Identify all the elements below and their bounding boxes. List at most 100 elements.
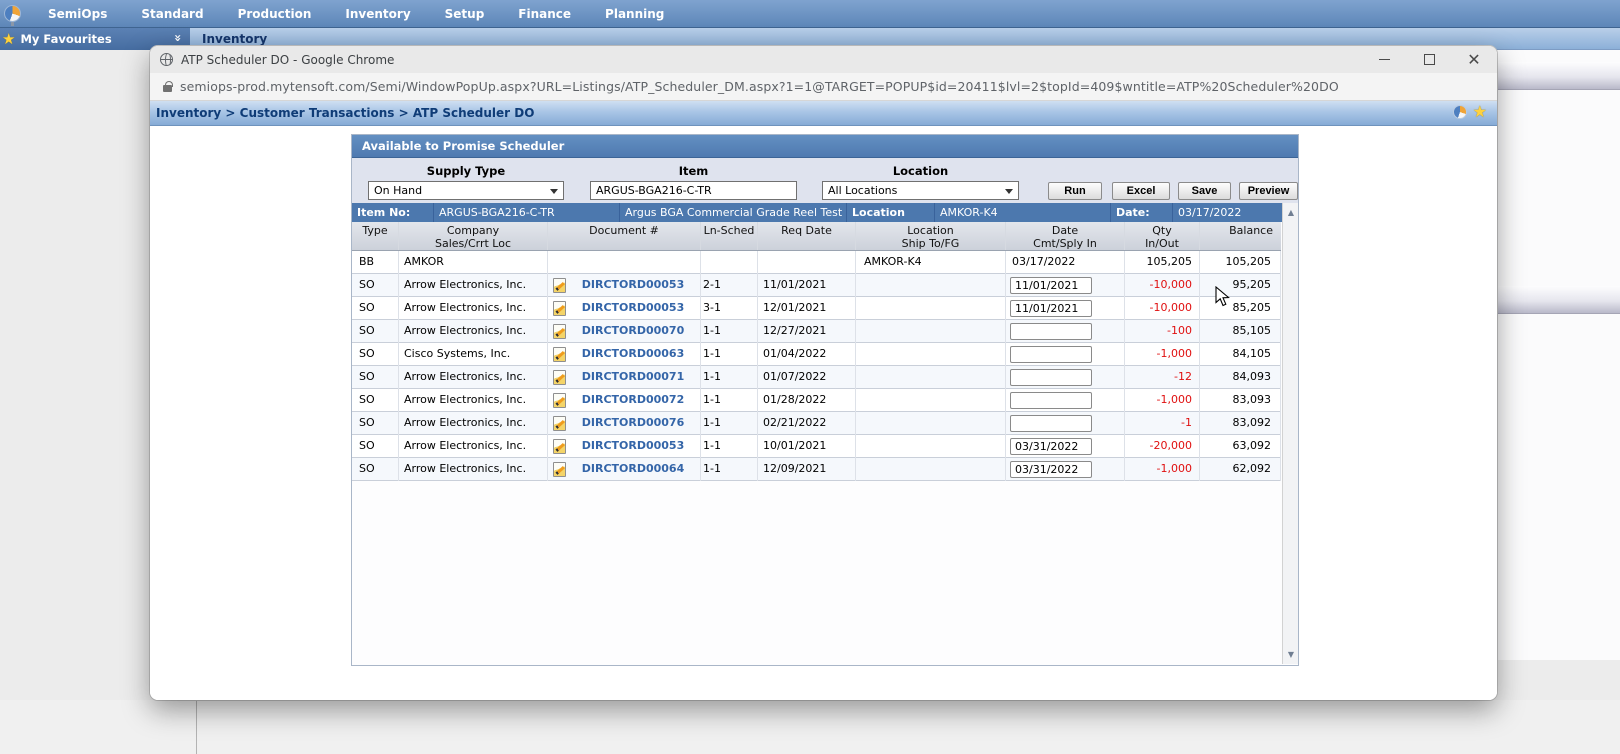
- document-link[interactable]: DIRCTORD00076: [566, 412, 700, 434]
- document-link[interactable]: DIRCTORD00063: [566, 343, 700, 365]
- breadcrumb-globe-icon[interactable]: [1452, 105, 1467, 119]
- col-header-location: Location Ship To/FG: [856, 222, 1006, 250]
- address-bar[interactable]: semiops-prod.mytensoft.com/Semi/WindowPo…: [150, 73, 1497, 101]
- vertical-scrollbar[interactable]: ▲ ▼: [1282, 203, 1298, 664]
- menu-setup[interactable]: Setup: [428, 7, 502, 21]
- location-label: Location: [892, 164, 949, 178]
- commit-date-input[interactable]: [1010, 414, 1092, 432]
- cell-qty: 105,205: [1125, 250, 1200, 274]
- cell-ln-sched: 3-1: [701, 296, 758, 320]
- table-row: BB AMKOR AMKOR-K4 03/17/2022 105,205 105…: [352, 250, 1281, 274]
- edit-document-icon[interactable]: [553, 369, 566, 385]
- edit-document-icon[interactable]: [553, 346, 566, 362]
- edit-document-icon[interactable]: [553, 461, 566, 477]
- cell-balance: 105,205: [1200, 250, 1281, 274]
- add-favourite-star-icon[interactable]: ★: [1473, 104, 1487, 120]
- window-title: ATP Scheduler DO - Google Chrome: [181, 52, 395, 67]
- cell-ln-sched: 1-1: [701, 365, 758, 389]
- table-row: SO Arrow Electronics, Inc. DIRCTORD00070…: [352, 319, 1281, 343]
- edit-document-icon[interactable]: [553, 300, 566, 316]
- commit-date-input[interactable]: [1010, 368, 1092, 386]
- cell-company: Arrow Electronics, Inc.: [399, 319, 548, 343]
- commit-date-input[interactable]: [1010, 437, 1092, 455]
- menu-semiops[interactable]: SemiOps: [31, 7, 124, 21]
- cell-req-date: [758, 250, 856, 274]
- cell-company: AMKOR: [399, 250, 548, 274]
- edit-document-icon[interactable]: [553, 438, 566, 454]
- app-logo-globe-icon: [4, 5, 21, 26]
- close-button[interactable]: ✕: [1465, 51, 1483, 69]
- commit-date-input[interactable]: [1010, 460, 1092, 478]
- item-input[interactable]: [590, 181, 797, 200]
- scroll-up-arrow-icon[interactable]: ▲: [1283, 205, 1299, 220]
- menu-finance[interactable]: Finance: [501, 7, 588, 21]
- cell-qty: -10,000: [1125, 296, 1200, 320]
- atp-grid: Type Company Sales/Crrt Loc Document # Ln…: [352, 222, 1281, 651]
- document-link[interactable]: DIRCTORD00053: [566, 274, 700, 296]
- filter-section: Supply Type Item Location On Hand All Lo…: [352, 158, 1298, 203]
- cell-company: Arrow Electronics, Inc.: [399, 434, 548, 458]
- supply-type-select[interactable]: On Hand: [368, 181, 564, 200]
- commit-date-input[interactable]: [1010, 299, 1092, 317]
- menu-planning[interactable]: Planning: [588, 7, 681, 21]
- cell-balance: 83,092: [1200, 411, 1281, 435]
- menu-standard[interactable]: Standard: [124, 7, 220, 21]
- document-link[interactable]: DIRCTORD00053: [566, 435, 700, 457]
- col-header-date: Date Cmt/Sply In: [1006, 222, 1125, 250]
- cell-date-cmt: [1006, 319, 1125, 343]
- favourites-collapse-chevron-icon[interactable]: »: [171, 34, 185, 42]
- cell-req-date: 12/09/2021: [758, 457, 856, 481]
- top-menu-bar: SemiOps Standard Production Inventory Se…: [0, 0, 1620, 28]
- edit-document-icon[interactable]: [553, 323, 566, 339]
- item-label: Item: [678, 164, 709, 178]
- scroll-down-arrow-icon[interactable]: ▼: [1283, 647, 1299, 662]
- cell-document: DIRCTORD00071: [548, 365, 701, 389]
- page-url: semiops-prod.mytensoft.com/Semi/WindowPo…: [180, 79, 1339, 94]
- menu-production[interactable]: Production: [221, 7, 329, 21]
- save-button[interactable]: Save: [1178, 182, 1231, 200]
- cell-document: DIRCTORD00072: [548, 388, 701, 412]
- cell-qty: -1: [1125, 411, 1200, 435]
- excel-button[interactable]: Excel: [1112, 182, 1170, 200]
- tab-inventory[interactable]: Inventory: [202, 32, 267, 46]
- favourites-star-icon: ★: [2, 30, 16, 48]
- document-link[interactable]: DIRCTORD00064: [566, 458, 700, 480]
- commit-date-input[interactable]: [1010, 276, 1092, 294]
- document-link[interactable]: DIRCTORD00071: [566, 366, 700, 388]
- commit-date-input[interactable]: [1010, 391, 1092, 409]
- maximize-button[interactable]: [1420, 51, 1438, 69]
- mouse-cursor: [1215, 286, 1230, 307]
- commit-date-input[interactable]: [1010, 322, 1092, 340]
- edit-document-icon[interactable]: [553, 277, 566, 293]
- cell-date-cmt: 03/17/2022: [1006, 250, 1125, 274]
- edit-document-icon[interactable]: [553, 415, 566, 431]
- info-location-label: Location: [847, 203, 935, 222]
- cell-req-date: 02/21/2022: [758, 411, 856, 435]
- preview-button[interactable]: Preview: [1239, 182, 1298, 200]
- commit-date-input[interactable]: [1010, 345, 1092, 363]
- cell-date-cmt: [1006, 365, 1125, 389]
- col-header-qty: Qty In/Out: [1125, 222, 1200, 250]
- minimize-button[interactable]: [1375, 51, 1393, 69]
- edit-document-icon[interactable]: [553, 392, 566, 408]
- menu-inventory[interactable]: Inventory: [328, 7, 427, 21]
- cell-type: SO: [352, 319, 399, 343]
- cell-ln-sched: 1-1: [701, 319, 758, 343]
- location-select[interactable]: All Locations: [822, 181, 1019, 200]
- breadcrumb: Inventory > Customer Transactions > ATP …: [156, 106, 535, 120]
- window-title-bar[interactable]: ATP Scheduler DO - Google Chrome ✕: [150, 46, 1497, 73]
- cell-req-date: 01/07/2022: [758, 365, 856, 389]
- document-link[interactable]: DIRCTORD00070: [566, 320, 700, 342]
- my-favourites-label: My Favourites: [20, 32, 112, 46]
- info-date-label: Date:: [1111, 203, 1173, 222]
- ssl-lock-icon[interactable]: [163, 80, 173, 92]
- cell-qty: -20,000: [1125, 434, 1200, 458]
- atp-scheduler-panel: Available to Promise Scheduler Supply Ty…: [351, 134, 1299, 666]
- cell-qty: -1,000: [1125, 342, 1200, 366]
- document-link[interactable]: DIRCTORD00053: [566, 297, 700, 319]
- cell-location: [856, 342, 1006, 366]
- supply-type-label: Supply Type: [426, 164, 506, 178]
- cell-company: Cisco Systems, Inc.: [399, 342, 548, 366]
- run-button[interactable]: Run: [1048, 182, 1102, 200]
- document-link[interactable]: DIRCTORD00072: [566, 389, 700, 411]
